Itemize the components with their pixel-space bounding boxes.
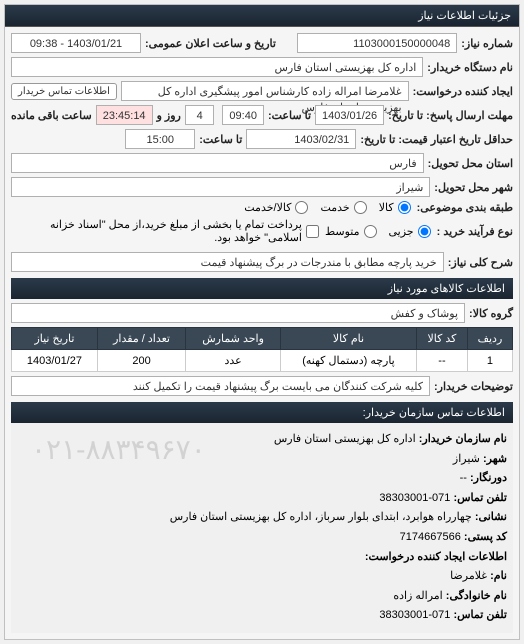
creator-label: ایجاد کننده درخواست: (413, 85, 513, 98)
proc-partial-label: جزیی (389, 225, 414, 238)
buyer-notes-field: کلیه شرکت کنندگان می بایست برگ پیشنهاد ق… (11, 376, 430, 396)
cat-both-input[interactable] (295, 201, 308, 214)
cell-unit: عدد (186, 350, 281, 372)
requester-name-label: نام دستگاه خریدار: (427, 61, 513, 74)
cell-name: پارچه (دستمال کهنه) (280, 350, 416, 372)
addr-label: نشانی: (475, 511, 507, 523)
province-field: فارس (11, 153, 424, 173)
deadline-date-field: 1403/01/26 (315, 105, 384, 125)
panel-title: جزئیات اطلاعات نیاز (5, 5, 519, 27)
ccity-label: شهر: (483, 453, 507, 465)
cat-goods-label: کالا (379, 201, 394, 214)
city-field: شیراز (11, 177, 430, 197)
col-date: تاریخ نیاز (12, 328, 98, 350)
cat-service-input[interactable] (354, 201, 367, 214)
validity-date-field: 1403/02/31 (246, 129, 356, 149)
org-label: نام سازمان خریدار: (419, 433, 507, 445)
remaining-label: ساعت باقی مانده (11, 109, 92, 122)
req-no-label: شماره نیاز: (461, 37, 513, 50)
desc-field: خرید پارچه مطابق با مندرجات در برگ پیشنه… (11, 252, 444, 272)
contact-section-title: اطلاعات تماس سازمان خریدار: (11, 402, 513, 423)
postal-label: کد پستی: (464, 531, 507, 543)
proc-note-check[interactable]: پرداخت تمام یا بخشی از مبلغ خرید،از محل … (11, 218, 321, 244)
validity-time-field: 15:00 (125, 129, 195, 149)
province-label: استان محل تحویل: (428, 157, 513, 170)
remaining-days-field: 4 (185, 105, 215, 125)
req-no-field: 1103000150000048 (297, 33, 457, 53)
creator-phone-label: تلفن تماس: (453, 609, 507, 621)
cphone-label: تلفن تماس: (453, 492, 507, 504)
cat-both-radio[interactable]: کالا/خدمت (244, 201, 310, 214)
lname-label: نام خانوادگی: (446, 590, 507, 602)
remaining-time-field: 23:45:14 (96, 105, 153, 125)
cell-date: 1403/01/27 (12, 350, 98, 372)
validity-label: حداقل تاریخ اعتبار قیمت: تا تاریخ: (360, 133, 513, 146)
category-label: طبقه بندی موضوعی: (417, 201, 513, 214)
buyer-notes-label: توضیحات خریدار: (434, 380, 513, 393)
cat-service-radio[interactable]: خدمت (320, 201, 368, 214)
cell-qty: 200 (97, 350, 185, 372)
process-label: نوع فرآیند خرید : (437, 225, 513, 238)
table-row[interactable]: 1 -- پارچه (دستمال کهنه) عدد 200 1403/01… (12, 350, 513, 372)
col-code: کد کالا (417, 328, 468, 350)
proc-note-checkbox[interactable] (306, 225, 319, 238)
desc-label: شرح کلی نیاز: (448, 256, 513, 269)
proc-medium-input[interactable] (364, 225, 377, 238)
cat-goods-input[interactable] (398, 201, 411, 214)
proc-note-label: پرداخت تمام یا بخشی از مبلغ خرید،از محل … (11, 218, 302, 244)
proc-partial-input[interactable] (418, 225, 431, 238)
cphone-value: 071-38303001 (379, 492, 450, 504)
deadline-label: مهلت ارسال پاسخ: تا تاریخ: (388, 109, 513, 122)
goods-group-label: گروه کالا: (469, 307, 513, 320)
pub-date-label: تاریخ و ساعت اعلان عمومی: (145, 37, 276, 50)
cell-code: -- (417, 350, 468, 372)
creator-phone-value: 071-38303001 (379, 609, 450, 621)
proc-partial-radio[interactable]: جزیی (389, 225, 433, 238)
cat-both-label: کالا/خدمت (244, 201, 291, 214)
fname-value: غلامرضا (450, 570, 487, 582)
col-name: نام کالا (280, 328, 416, 350)
postal-value: 7174667566 (400, 531, 461, 543)
cell-idx: 1 (467, 350, 512, 372)
creator-field: غلامرضا امراله زاده کارشناس امور پیشگیری… (121, 81, 409, 101)
buyer-contact-button[interactable]: اطلاعات تماس خریدار (11, 83, 117, 100)
zone-label: دورنگار: (470, 472, 507, 484)
deadline-time-label: تا ساعت: (268, 109, 311, 122)
lname-value: امراله زاده (393, 590, 442, 602)
ccity-value: شیراز (453, 453, 480, 465)
deadline-time-field: 09:40 (222, 105, 264, 125)
proc-medium-label: متوسط (325, 225, 360, 238)
creator-title: اطلاعات ایجاد کننده درخواست: (365, 551, 507, 563)
city-label: شهر محل تحویل: (434, 181, 513, 194)
addr-value: چهارراه هوابرد، ابتدای بلوار سرباز، ادار… (170, 511, 472, 523)
days-label: روز و (157, 109, 181, 122)
goods-group-field: پوشاک و کفش (11, 303, 465, 323)
requester-name-field: اداره کل بهزیستی استان فارس (11, 57, 423, 77)
goods-section-title: اطلاعات کالاهای مورد نیاز (11, 278, 513, 299)
col-idx: ردیف (467, 328, 512, 350)
col-qty: تعداد / مقدار (97, 328, 185, 350)
cat-service-label: خدمت (320, 201, 349, 214)
fname-label: نام: (490, 570, 507, 582)
org-value: اداره کل بهزیستی استان فارس (274, 433, 416, 445)
zone-value: -- (460, 472, 467, 484)
contact-info-block: ۰۲۱-۸۸۳۴۹۶۷۰ نام سازمان خریدار: اداره کل… (11, 423, 513, 633)
cat-goods-radio[interactable]: کالا (379, 201, 413, 214)
col-unit: واحد شمارش (186, 328, 281, 350)
proc-medium-radio[interactable]: متوسط (325, 225, 379, 238)
goods-table: ردیف کد کالا نام کالا واحد شمارش تعداد /… (11, 327, 513, 372)
validity-time-label: تا ساعت: (199, 133, 242, 146)
pub-date-field: 1403/01/21 - 09:38 (11, 33, 141, 53)
